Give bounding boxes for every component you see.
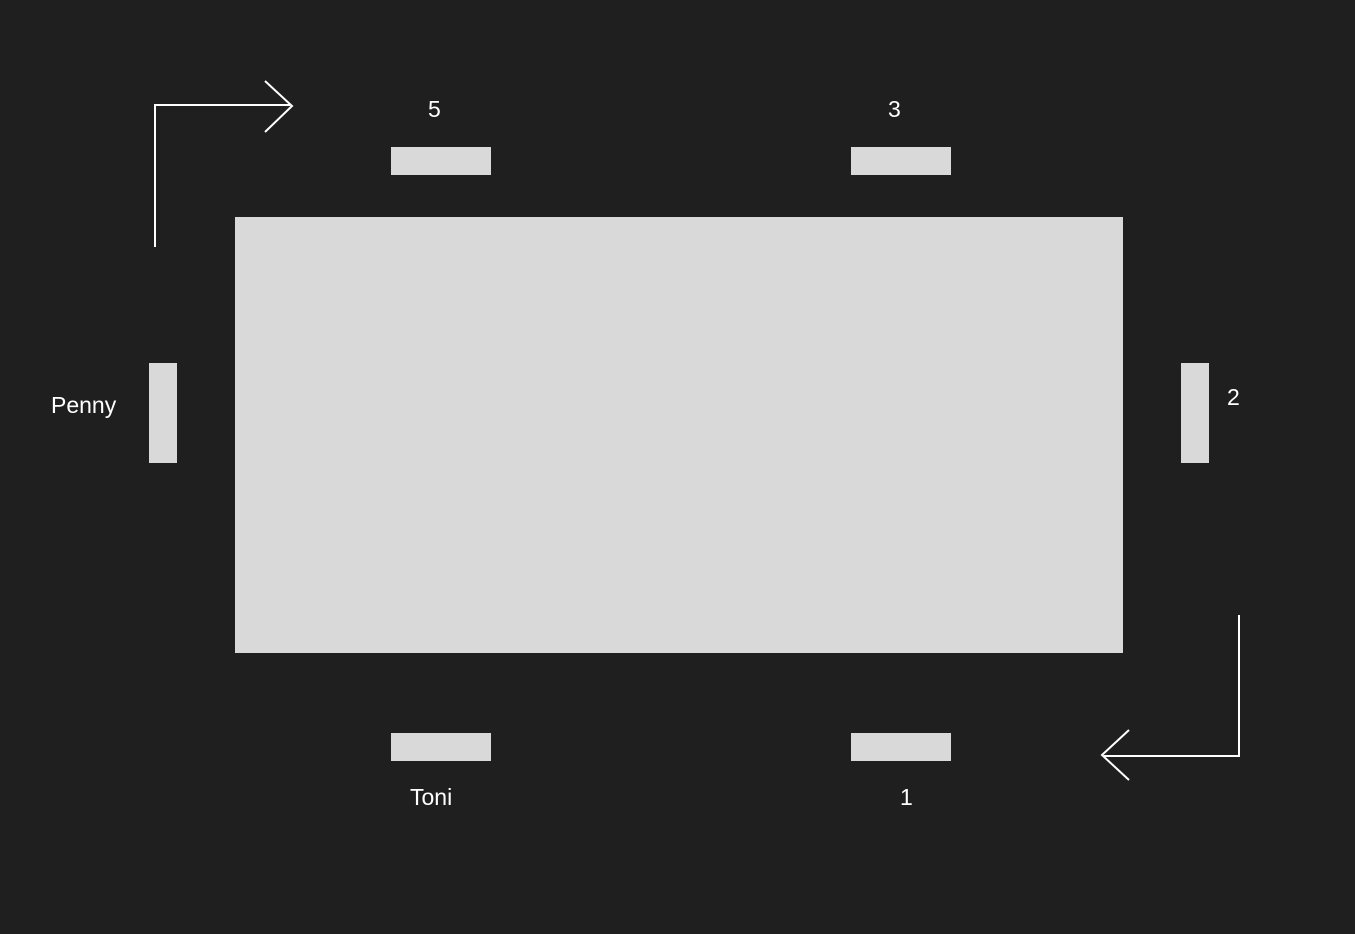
- chair-bottom-left: [391, 733, 491, 761]
- chair-top-right-label: 3: [888, 96, 901, 122]
- chair-right: [1181, 363, 1209, 463]
- chair-bottom-right: [851, 733, 951, 761]
- chair-right-label: 2: [1227, 384, 1240, 410]
- seating-diagram: 5 3 2 1 Toni Penny: [0, 0, 1355, 934]
- chair-top-right: [851, 147, 951, 175]
- table: [235, 217, 1123, 653]
- chair-top-left: [391, 147, 491, 175]
- chair-top-left-label: 5: [428, 96, 441, 122]
- chair-left: [149, 363, 177, 463]
- chair-left-label: Penny: [51, 392, 117, 418]
- chair-bottom-right-label: 1: [900, 784, 913, 810]
- chair-bottom-left-label: Toni: [410, 784, 453, 810]
